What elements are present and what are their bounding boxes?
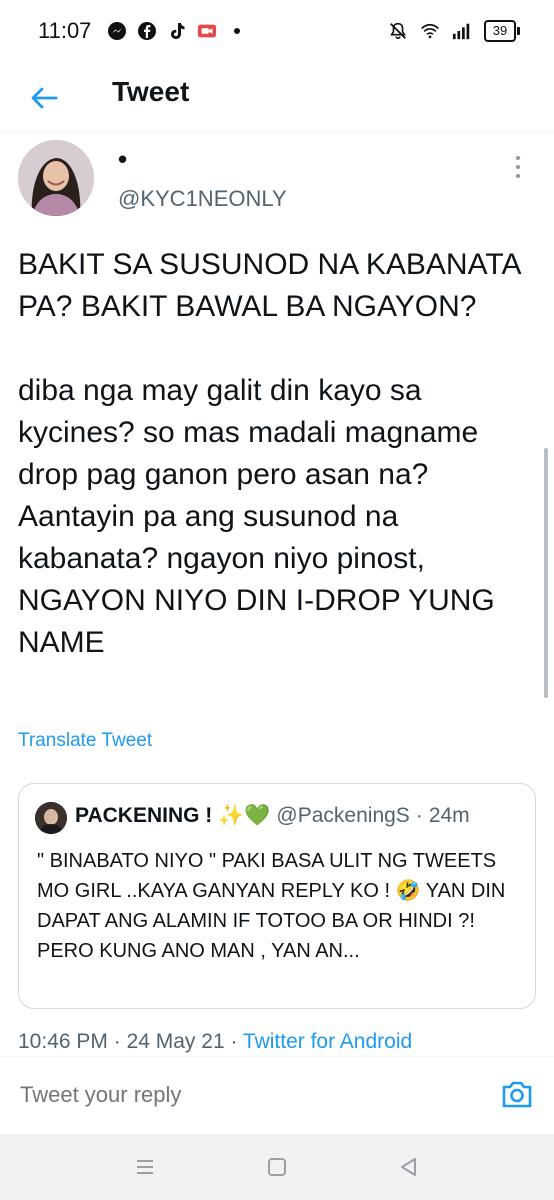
tiktok-icon — [167, 21, 187, 41]
screen-record-icon — [197, 21, 217, 41]
tweet-source-link[interactable]: Twitter for Android — [243, 1030, 412, 1053]
status-right: 39 — [388, 20, 520, 42]
more-dot-icon — [516, 174, 520, 178]
meta-separator: · — [230, 1030, 243, 1053]
author-handle[interactable]: @KYC1NEONLY — [118, 186, 287, 212]
quoted-age: 24m — [428, 804, 470, 827]
author-display-name[interactable]: • — [118, 144, 127, 175]
camera-icon — [502, 1081, 532, 1108]
tweet-text: BAKIT SA SUSUNOD NA KABANATA PA? BAKIT B… — [18, 244, 538, 664]
messenger-icon — [107, 21, 127, 41]
more-options-button[interactable] — [506, 150, 530, 184]
top-app-bar: Tweet — [0, 62, 554, 132]
recent-apps-button[interactable] — [132, 1154, 158, 1180]
tweet-time: 10:46 PM — [18, 1030, 108, 1053]
more-dot-icon — [516, 165, 520, 169]
battery-tip — [517, 27, 520, 35]
reply-input[interactable] — [18, 1081, 422, 1109]
quoted-tweet[interactable]: PACKENING ! ✨💚 @PackeningS · 24m " BINAB… — [18, 783, 536, 1009]
back-triangle-icon — [401, 1158, 416, 1176]
quoted-separator: · — [415, 804, 423, 827]
dot-icon — [227, 21, 247, 41]
page-title: Tweet — [112, 76, 190, 107]
tweet-date: 24 May 21 — [126, 1030, 225, 1053]
system-nav-bar — [0, 1134, 554, 1200]
quoted-header: PACKENING ! ✨💚 @PackeningS · 24m — [75, 804, 470, 828]
meta-separator: · — [113, 1030, 127, 1053]
menu-icon — [137, 1160, 153, 1174]
wifi-icon — [420, 21, 440, 41]
arrow-left-icon — [31, 87, 58, 109]
status-bar: 11:07 39 — [0, 0, 554, 62]
scrollbar[interactable] — [544, 448, 548, 698]
quoted-text: " BINABATO NIYO " PAKI BASA ULIT NG TWEE… — [37, 850, 506, 962]
status-left: 11:07 — [38, 18, 247, 44]
signal-icon — [452, 21, 472, 41]
mute-icon — [388, 21, 408, 41]
back-button[interactable] — [24, 78, 64, 118]
reply-bar — [0, 1056, 554, 1135]
tweet-meta: 10:46 PM · 24 May 21 · Twitter for Andro… — [18, 1030, 412, 1054]
tweet-paragraph: BAKIT SA SUSUNOD NA KABANATA PA? BAKIT B… — [18, 248, 520, 323]
quoted-display-name: PACKENING ! ✨💚 — [75, 804, 271, 827]
facebook-icon — [137, 21, 157, 41]
avatar[interactable] — [18, 140, 94, 216]
system-back-button[interactable] — [396, 1154, 422, 1180]
home-square-icon — [268, 1158, 286, 1176]
quoted-handle: @PackeningS — [276, 804, 410, 827]
header-divider — [0, 132, 554, 133]
battery-level: 39 — [484, 20, 516, 42]
more-dot-icon — [516, 156, 520, 160]
tweet-paragraph: diba nga may galit din kayo sa kycines? … — [18, 374, 495, 659]
camera-button[interactable] — [500, 1079, 534, 1109]
quoted-avatar — [35, 802, 67, 834]
translate-tweet-link[interactable]: Translate Tweet — [18, 730, 152, 752]
home-button[interactable] — [264, 1154, 290, 1180]
battery-indicator: 39 — [484, 20, 520, 42]
status-time: 11:07 — [38, 18, 92, 43]
